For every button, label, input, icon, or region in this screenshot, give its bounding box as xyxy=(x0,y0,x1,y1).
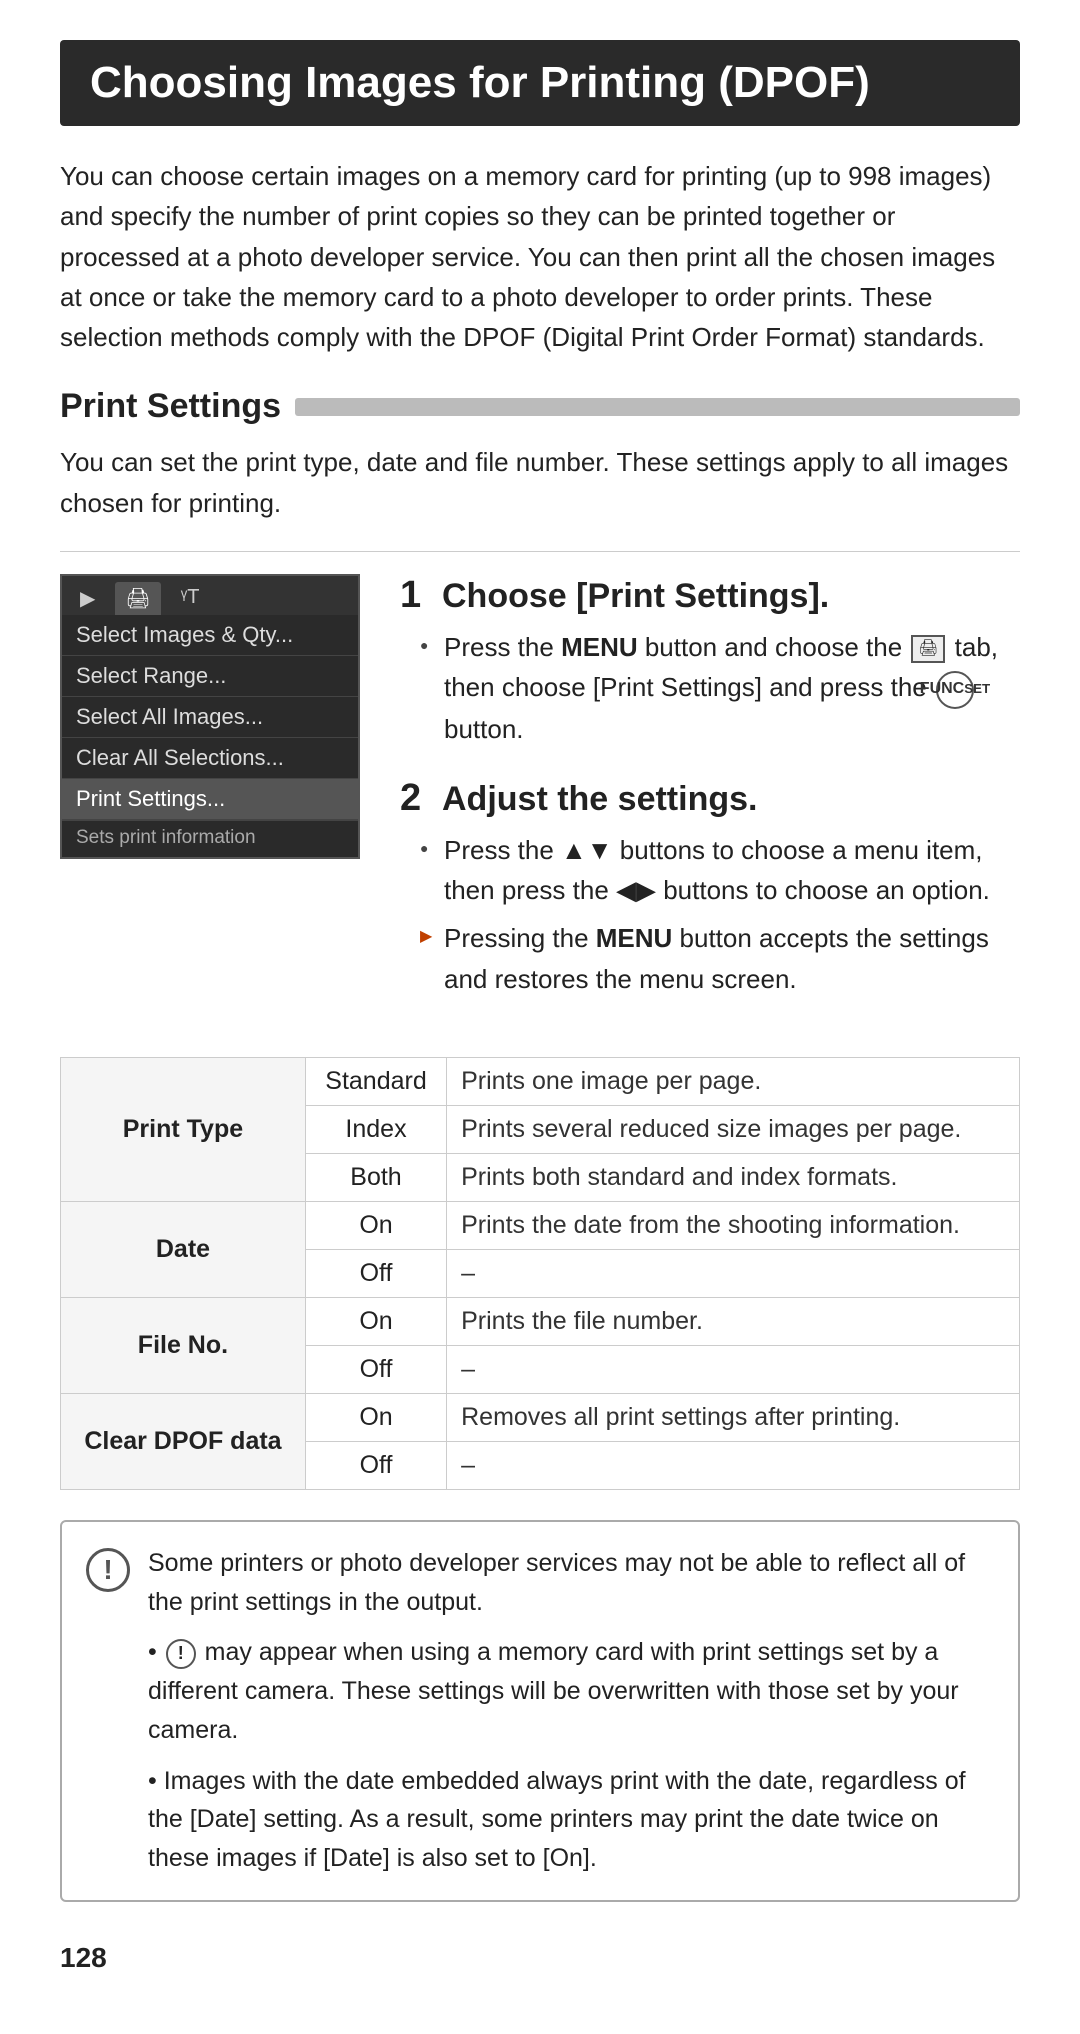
table-row-fileno-on: File No. On Prints the file number. xyxy=(61,1297,1020,1345)
date-header: Date xyxy=(61,1201,306,1297)
section-heading-bar xyxy=(295,398,1020,416)
step-2-bullet-2: ▶ Pressing the MENU button accepts the s… xyxy=(420,918,1020,999)
menu-item-select-range: Select Range... xyxy=(62,656,358,697)
print-type-both-desc: Prints both standard and index formats. xyxy=(447,1153,1020,1201)
print-type-header: Print Type xyxy=(61,1057,306,1201)
fileno-header: File No. xyxy=(61,1297,306,1393)
dpof-on-option: On xyxy=(305,1393,446,1441)
bullet-circle-icon-2: ● xyxy=(420,838,434,860)
bullet-triangle-icon: ▶ xyxy=(420,925,434,950)
camera-menu-footer: Sets print information xyxy=(62,820,358,857)
step-2: 2 Adjust the settings. ● Press the ▲▼ bu… xyxy=(400,777,1020,999)
fileno-on-option: On xyxy=(305,1297,446,1345)
camera-tab-settings: ᵞT xyxy=(171,582,210,615)
print-type-both-option: Both xyxy=(305,1153,446,1201)
step-2-bullets: ● Press the ▲▼ buttons to choose a menu … xyxy=(400,830,1020,999)
dpof-off-desc: – xyxy=(447,1441,1020,1489)
func-set-btn: FUNCSET xyxy=(936,671,974,709)
warn-icon-inline: ! xyxy=(166,1639,196,1669)
dpof-off-option: Off xyxy=(305,1441,446,1489)
date-off-option: Off xyxy=(305,1249,446,1297)
fileno-off-desc: – xyxy=(447,1345,1020,1393)
print-type-index-option: Index xyxy=(305,1105,446,1153)
camera-menu-items: Select Images & Qty... Select Range... S… xyxy=(62,615,358,820)
date-on-desc: Prints the date from the shooting inform… xyxy=(447,1201,1020,1249)
camera-menu-tabs: ▶ 🖨 ᵞT xyxy=(62,576,358,615)
section-heading-label: Print Settings xyxy=(60,387,281,426)
step-2-bullet-2-text: Pressing the MENU button accepts the set… xyxy=(444,918,1020,999)
fileno-off-option: Off xyxy=(305,1345,446,1393)
steps-content: 1 Choose [Print Settings]. ● Press the M… xyxy=(400,574,1020,1027)
table-row-print-type-standard: Print Type Standard Prints one image per… xyxy=(61,1057,1020,1105)
step-2-bullet-1: ● Press the ▲▼ buttons to choose a menu … xyxy=(420,830,1020,911)
camera-menu-screenshot: ▶ 🖨 ᵞT Select Images & Qty... Select Ran… xyxy=(60,574,360,859)
notes-box: ! Some printers or photo developer servi… xyxy=(60,1520,1020,1902)
step-1-number: 1 xyxy=(400,574,430,617)
menu-item-print-settings: Print Settings... xyxy=(62,779,358,820)
menu-item-clear-all: Clear All Selections... xyxy=(62,738,358,779)
fileno-on-desc: Prints the file number. xyxy=(447,1297,1020,1345)
step-1-bullet-1-text: Press the MENU button and choose the 🖨 t… xyxy=(444,627,1020,749)
menu-item-select-all: Select All Images... xyxy=(62,697,358,738)
step-1-bullet-1: ● Press the MENU button and choose the 🖨… xyxy=(420,627,1020,749)
print-type-standard-desc: Prints one image per page. xyxy=(447,1057,1020,1105)
table-row-date-on: Date On Prints the date from the shootin… xyxy=(61,1201,1020,1249)
intro-text: You can choose certain images on a memor… xyxy=(60,156,1020,357)
camera-tab-print: 🖨 xyxy=(115,582,160,615)
section-heading: Print Settings xyxy=(60,387,1020,426)
note-3: • Images with the date embedded always p… xyxy=(148,1762,994,1878)
steps-container: ▶ 🖨 ᵞT Select Images & Qty... Select Ran… xyxy=(60,574,1020,1027)
step-2-title: Adjust the settings. xyxy=(442,780,757,819)
step-2-bullet-1-text: Press the ▲▼ buttons to choose a menu it… xyxy=(444,830,1020,911)
step-1-title: Choose [Print Settings]. xyxy=(442,577,829,616)
menu-item-select-images: Select Images & Qty... xyxy=(62,615,358,656)
date-off-desc: – xyxy=(447,1249,1020,1297)
page-title: Choosing Images for Printing (DPOF) xyxy=(60,40,1020,126)
step-1-bullets: ● Press the MENU button and choose the 🖨… xyxy=(400,627,1020,749)
step-1: 1 Choose [Print Settings]. ● Press the M… xyxy=(400,574,1020,749)
print-type-index-desc: Prints several reduced size images per p… xyxy=(447,1105,1020,1153)
date-on-option: On xyxy=(305,1201,446,1249)
page-number: 128 xyxy=(60,1942,1020,1974)
dpof-on-desc: Removes all print settings after printin… xyxy=(447,1393,1020,1441)
section-desc: You can set the print type, date and fil… xyxy=(60,442,1020,523)
notes-icon: ! xyxy=(86,1548,130,1592)
bullet-circle-icon: ● xyxy=(420,635,434,657)
print-type-standard-option: Standard xyxy=(305,1057,446,1105)
table-row-dpof-on: Clear DPOF data On Removes all print set… xyxy=(61,1393,1020,1441)
dpof-header: Clear DPOF data xyxy=(61,1393,306,1489)
note-2: • ! may appear when using a memory card … xyxy=(148,1633,994,1749)
divider xyxy=(60,551,1020,552)
camera-tab-playback: ▶ xyxy=(70,582,105,615)
notes-content: Some printers or photo developer service… xyxy=(148,1544,994,1878)
print-tab-icon: 🖨 xyxy=(911,635,945,663)
settings-table: Print Type Standard Prints one image per… xyxy=(60,1057,1020,1490)
step-2-header: 2 Adjust the settings. xyxy=(400,777,1020,820)
step-2-number: 2 xyxy=(400,777,430,820)
step-1-header: 1 Choose [Print Settings]. xyxy=(400,574,1020,617)
note-1: Some printers or photo developer service… xyxy=(148,1544,994,1622)
